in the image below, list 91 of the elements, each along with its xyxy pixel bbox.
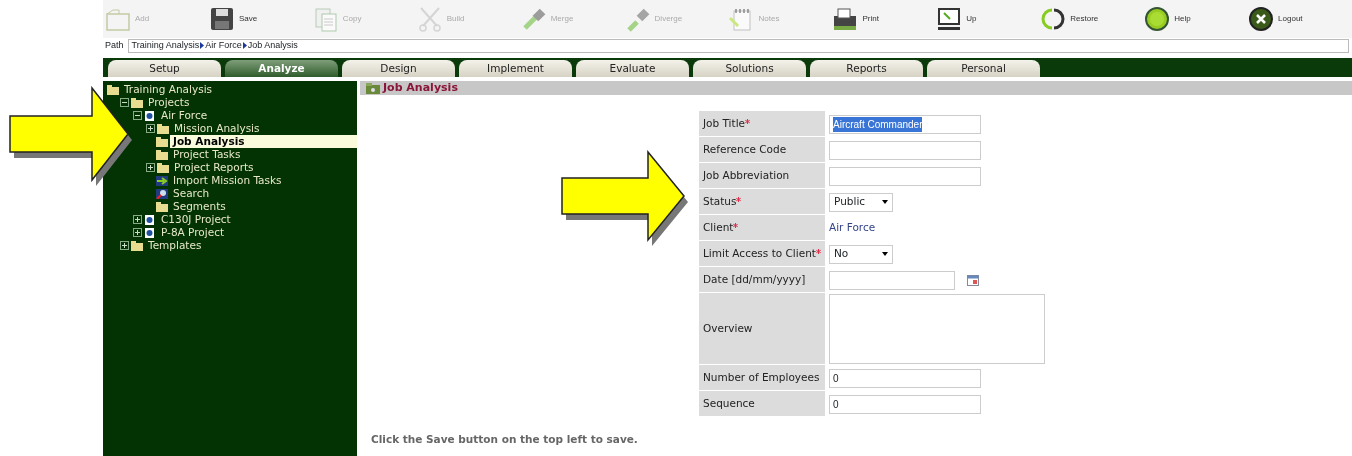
tree-item[interactable]: Air Force bbox=[158, 109, 211, 122]
field-label: Job Abbreviation bbox=[699, 163, 825, 189]
required-icon bbox=[733, 222, 739, 228]
tab[interactable]: Personal bbox=[927, 60, 1040, 77]
tab[interactable]: Reports bbox=[810, 60, 923, 77]
tree-item[interactable]: Import Mission Tasks bbox=[170, 174, 285, 187]
dropdown[interactable]: No bbox=[829, 244, 893, 264]
tree-item[interactable]: C130J Project bbox=[158, 213, 234, 226]
folder-icon bbox=[157, 123, 169, 134]
toolbar-button[interactable]: Logout bbox=[1248, 6, 1352, 32]
tree-item[interactable]: Templates bbox=[145, 239, 205, 252]
printer-icon bbox=[832, 6, 859, 32]
folder-icon bbox=[366, 82, 380, 94]
dropdown[interactable]: Public bbox=[829, 192, 893, 212]
collapse-icon[interactable] bbox=[120, 98, 129, 107]
tab[interactable]: Implement bbox=[459, 60, 572, 77]
toolbar-button[interactable]: Help bbox=[1144, 6, 1249, 32]
field-label: Status bbox=[699, 189, 825, 215]
expand-icon[interactable] bbox=[146, 124, 155, 133]
toolbar-button[interactable]: Up bbox=[936, 6, 1041, 32]
toolbar-button[interactable]: Restore bbox=[1040, 6, 1145, 32]
field-label: Client bbox=[699, 215, 825, 241]
toolbar-button[interactable]: Print bbox=[832, 6, 937, 32]
expand-icon[interactable] bbox=[146, 163, 155, 172]
folder-icon bbox=[105, 6, 131, 32]
expand-icon[interactable] bbox=[133, 228, 142, 237]
input-field[interactable] bbox=[829, 140, 981, 160]
tree-item[interactable]: Segments bbox=[170, 200, 229, 213]
tab[interactable]: Evaluate bbox=[576, 60, 689, 77]
field-label: Limit Access to Client bbox=[699, 241, 825, 267]
tree-item[interactable]: Search bbox=[170, 187, 213, 200]
breadcrumb-link[interactable]: Training Analysis bbox=[131, 38, 200, 53]
folder-icon bbox=[156, 201, 168, 212]
collapse-icon[interactable] bbox=[133, 111, 142, 120]
page-title: Job Analysis bbox=[383, 79, 458, 96]
scissors-icon bbox=[416, 6, 443, 32]
input-field[interactable]: Aircraft Commander bbox=[829, 114, 981, 134]
help-icon bbox=[1144, 6, 1171, 32]
breadcrumb-arrow-icon bbox=[199, 42, 206, 49]
tab[interactable]: Solutions bbox=[693, 60, 806, 77]
breadcrumb-link[interactable]: Air Force bbox=[205, 38, 242, 53]
path-label: Path bbox=[105, 38, 124, 52]
document-icon bbox=[312, 6, 339, 32]
caret-icon bbox=[882, 200, 888, 204]
floppy-icon bbox=[208, 6, 235, 32]
folder-icon bbox=[131, 240, 143, 251]
input-field[interactable]: 0 bbox=[829, 368, 981, 388]
refresh-icon bbox=[1040, 6, 1067, 32]
folder-icon bbox=[156, 136, 168, 147]
breadcrumb-link[interactable]: Job Analysis bbox=[247, 38, 298, 53]
input-field[interactable]: 0 bbox=[829, 394, 981, 414]
required-icon bbox=[815, 248, 821, 254]
field-label: Job Title bbox=[699, 111, 825, 137]
input-field[interactable] bbox=[829, 166, 981, 186]
field-label: Reference Code bbox=[699, 137, 825, 163]
folder-icon bbox=[131, 97, 143, 108]
field-label: Sequence bbox=[699, 391, 825, 417]
tree-item[interactable]: Mission Analysis bbox=[171, 122, 263, 135]
breadcrumb-arrow-icon bbox=[241, 42, 248, 49]
save-hint: Click the Save button on the top left to save. bbox=[371, 432, 639, 448]
caret-icon bbox=[882, 252, 888, 256]
tab[interactable]: Design bbox=[342, 60, 455, 77]
globe-document-icon bbox=[144, 214, 156, 225]
required-icon bbox=[736, 196, 742, 202]
field-label: Number of Employees bbox=[699, 365, 825, 391]
field-label: Date [dd/mm/yyyy] bbox=[699, 267, 825, 293]
tree-item[interactable]: P-8A Project bbox=[158, 226, 227, 239]
tree-item[interactable]: Training Analysis bbox=[121, 83, 216, 96]
tab[interactable]: Analyze bbox=[225, 60, 338, 77]
field-value: Air Force bbox=[829, 220, 876, 233]
folder-icon bbox=[156, 149, 168, 160]
close-icon bbox=[1248, 6, 1275, 32]
search-icon bbox=[156, 188, 168, 199]
globe-document-icon bbox=[144, 227, 156, 238]
monitor-icon bbox=[936, 6, 963, 32]
folder-icon bbox=[107, 84, 119, 95]
tree-item[interactable]: Project Tasks bbox=[170, 148, 244, 161]
arrow-icon bbox=[156, 175, 168, 186]
field-label: Overview bbox=[699, 293, 825, 365]
globe-document-icon bbox=[144, 110, 156, 121]
tree-item[interactable]: Project Reports bbox=[171, 161, 257, 174]
tree-item[interactable]: Job Analysis bbox=[170, 135, 357, 148]
tree-item[interactable]: Projects bbox=[145, 96, 193, 109]
tab[interactable]: Setup bbox=[108, 60, 221, 77]
folder-icon bbox=[157, 162, 169, 173]
date-field[interactable] bbox=[829, 270, 955, 290]
calendar-icon[interactable] bbox=[967, 274, 979, 286]
required-icon bbox=[745, 118, 751, 124]
expand-icon[interactable] bbox=[133, 215, 142, 224]
toolbar-button[interactable]: Save bbox=[208, 6, 313, 32]
expand-icon[interactable] bbox=[120, 241, 129, 250]
